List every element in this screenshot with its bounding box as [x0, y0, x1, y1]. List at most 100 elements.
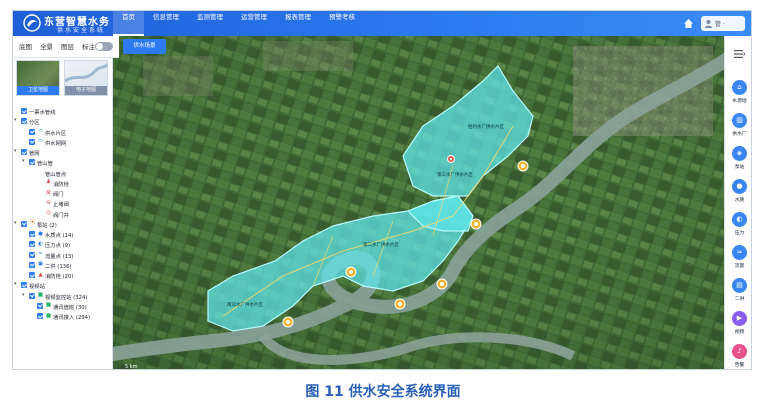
basemap-control[interactable]: 底图 [19, 41, 32, 51]
station-marker[interactable] [282, 316, 294, 328]
label-toggle[interactable] [95, 42, 113, 51]
caret-down-icon[interactable]: ▾ [22, 292, 25, 298]
pin-icon: ⦿ [29, 220, 36, 227]
layer-checkbox[interactable] [29, 272, 35, 278]
layer-label: 供水网网 [45, 140, 67, 147]
nav-item-info[interactable]: 信息管理 [144, 11, 188, 36]
caret-down-icon[interactable]: ▾ [14, 148, 17, 154]
layer-checkbox[interactable] [21, 149, 27, 155]
station-marker[interactable] [394, 298, 406, 310]
layer-tree-row[interactable]: ▾ 管山管 [13, 157, 113, 167]
caret-down-icon[interactable]: ▾ [14, 281, 17, 287]
layer-tree-row[interactable]: ■ 通讯值班 (30) [13, 301, 113, 311]
station-marker-red[interactable] [447, 155, 455, 163]
layer-tree-row[interactable]: ▭ 供水片区 [13, 127, 113, 137]
layer-tree-row[interactable]: ⊖ 止堵阀 [13, 198, 113, 209]
video-icon: ▶ [732, 311, 747, 326]
layer-checkbox[interactable] [29, 251, 35, 258]
layer-label: 供水片区 [45, 130, 67, 137]
layer-tree-row[interactable]: ▾ ⦿ 泵站 (2) [13, 219, 113, 229]
layer-checkbox[interactable] [21, 118, 27, 125]
tool-flow[interactable]: ≈ 流量 [725, 245, 751, 275]
layer-label: 视频站 [29, 284, 45, 291]
caret-down-icon[interactable]: ▾ [22, 158, 25, 164]
nav-item-monitor[interactable]: 监测管理 [188, 11, 232, 36]
nav-item-operation[interactable]: 运营管理 [232, 11, 276, 36]
valve-icon: ⊠ [46, 189, 51, 196]
tool-pump[interactable]: ◈ 泵站 [725, 146, 751, 176]
tool-label: 水质 [734, 198, 745, 203]
scene-mode-button[interactable]: 供水场景 [123, 39, 166, 54]
layer-tree-row[interactable]: 一票水管线 [13, 106, 113, 116]
nav-item-alert[interactable]: 预警考核 [320, 11, 364, 36]
layer-checkbox[interactable] [21, 220, 27, 227]
well-icon: ◎ [46, 210, 51, 216]
layer-tree-row[interactable]: ■ 通讯接入 (294) [13, 311, 113, 321]
station-marker[interactable] [470, 218, 482, 230]
figure-caption: 图 11 供水安全系统界面 [305, 384, 461, 400]
factory-icon: ▥ [732, 113, 747, 128]
layer-tree-row[interactable]: ● 水质点 (14) [13, 229, 113, 239]
station-marker[interactable] [517, 160, 529, 172]
layer-checkbox[interactable] [29, 159, 35, 166]
label-control[interactable]: 标注 [82, 41, 95, 51]
tool-reservoir[interactable]: ⌂ 水源地 [725, 80, 751, 110]
nav-item-report[interactable]: 报表管理 [276, 11, 320, 36]
tool-alarm[interactable]: ♪ 告警 [725, 344, 751, 369]
layer-checkbox[interactable] [21, 108, 27, 114]
tool-label: 流量 [734, 264, 745, 269]
caret-down-icon[interactable]: ▾ [14, 220, 17, 226]
layer-tree-row[interactable]: ◎ 阀门井 [13, 209, 113, 219]
main-nav: 首页 信息管理 监测管理 运营管理 报表管理 预警考核 [113, 11, 364, 36]
layer-checkbox[interactable] [29, 231, 35, 237]
layer-tree-row[interactable]: ▾ 视频站 [13, 280, 113, 290]
station-marker[interactable] [436, 278, 448, 290]
map-canvas[interactable]: 南郊水厂供水片区 第二水厂供水片区 第三水厂供水片区 胜利水厂供水片区 [13, 36, 752, 370]
tool-factory[interactable]: ▥ 供水厂 [725, 113, 751, 143]
tool-label: 水源地 [732, 99, 747, 104]
layer-checkbox[interactable] [29, 138, 35, 145]
gauge-icon: ◐ [38, 240, 43, 247]
tool-gauge[interactable]: ◐ 压力 [725, 212, 751, 242]
home-icon[interactable] [683, 18, 694, 29]
layer-tree-row[interactable]: ▾ 分区 [13, 116, 113, 126]
layer-checkbox[interactable] [37, 302, 43, 309]
user-menu[interactable]: 管 · [701, 16, 745, 31]
caret-down-icon[interactable]: ▾ [14, 117, 17, 123]
layer-tree-row[interactable]: ▣ 二供 (136) [13, 260, 113, 270]
station-marker[interactable] [345, 266, 357, 278]
tool-drop[interactable]: ● 水质 [725, 179, 751, 209]
layer-panel: 卫星地图 电子地图 一票水管线 ▾ 分区 ▭ 供水片区 ▭ 供水网网 ▾ 管网 ▾ 管山管管山管点 ♟… [13, 58, 113, 369]
building-icon: ▤ [732, 278, 747, 293]
layer-tree-row[interactable]: ▾ ■ 视频监控站 (324) [13, 291, 113, 301]
gauge-icon: ◐ [732, 212, 747, 227]
layer-tree-row[interactable]: ⊠ 阀门 [13, 188, 113, 199]
tool-video[interactable]: ▶ 视频 [725, 311, 751, 341]
basemap-satellite[interactable]: 卫星地图 [16, 60, 60, 96]
layer-tree-row[interactable]: ▾ 管网 [13, 147, 113, 157]
layer-tree-row[interactable]: ≈ 流量点 (13) [13, 250, 113, 260]
layer-checkbox[interactable] [29, 292, 35, 299]
layer-tree-row[interactable]: ▲ 消防栓 (20) [13, 270, 113, 280]
layer-tree-row[interactable]: ♟ 消防栓 [13, 178, 113, 188]
layer-checkbox[interactable] [29, 128, 35, 135]
layer-tree-row[interactable]: ◐ 压力点 (9) [13, 239, 113, 249]
menu-icon[interactable] [734, 50, 745, 58]
layer-checkbox[interactable] [29, 241, 35, 248]
layer-label: 水质点 (14) [45, 233, 74, 239]
nav-item-home[interactable]: 首页 [113, 11, 144, 36]
layer-checkbox[interactable] [29, 261, 35, 268]
panorama-control[interactable]: 全景 [40, 41, 53, 51]
tool-building[interactable]: ▤ 二供 [725, 278, 751, 308]
layer-label: 管山管点 [45, 171, 67, 178]
layer-checkbox[interactable] [37, 313, 43, 319]
basemap-vector[interactable]: 电子地图 [64, 60, 108, 96]
layer-tree-row[interactable]: 管山管点 [13, 168, 113, 178]
layer-tree-row[interactable]: ▭ 供水网网 [13, 137, 113, 147]
layer-checkbox[interactable] [21, 282, 27, 289]
reservoir-icon: ⌂ [732, 80, 747, 95]
area-label: 南郊水厂供水片区 [227, 301, 263, 308]
layer-control[interactable]: 图层 [61, 41, 74, 51]
pump-icon: ◈ [732, 146, 747, 161]
top-bar: 东营智慧水务 供水安全系统 首页 信息管理 监测管理 运营管理 报表管理 预警考… [13, 11, 751, 36]
